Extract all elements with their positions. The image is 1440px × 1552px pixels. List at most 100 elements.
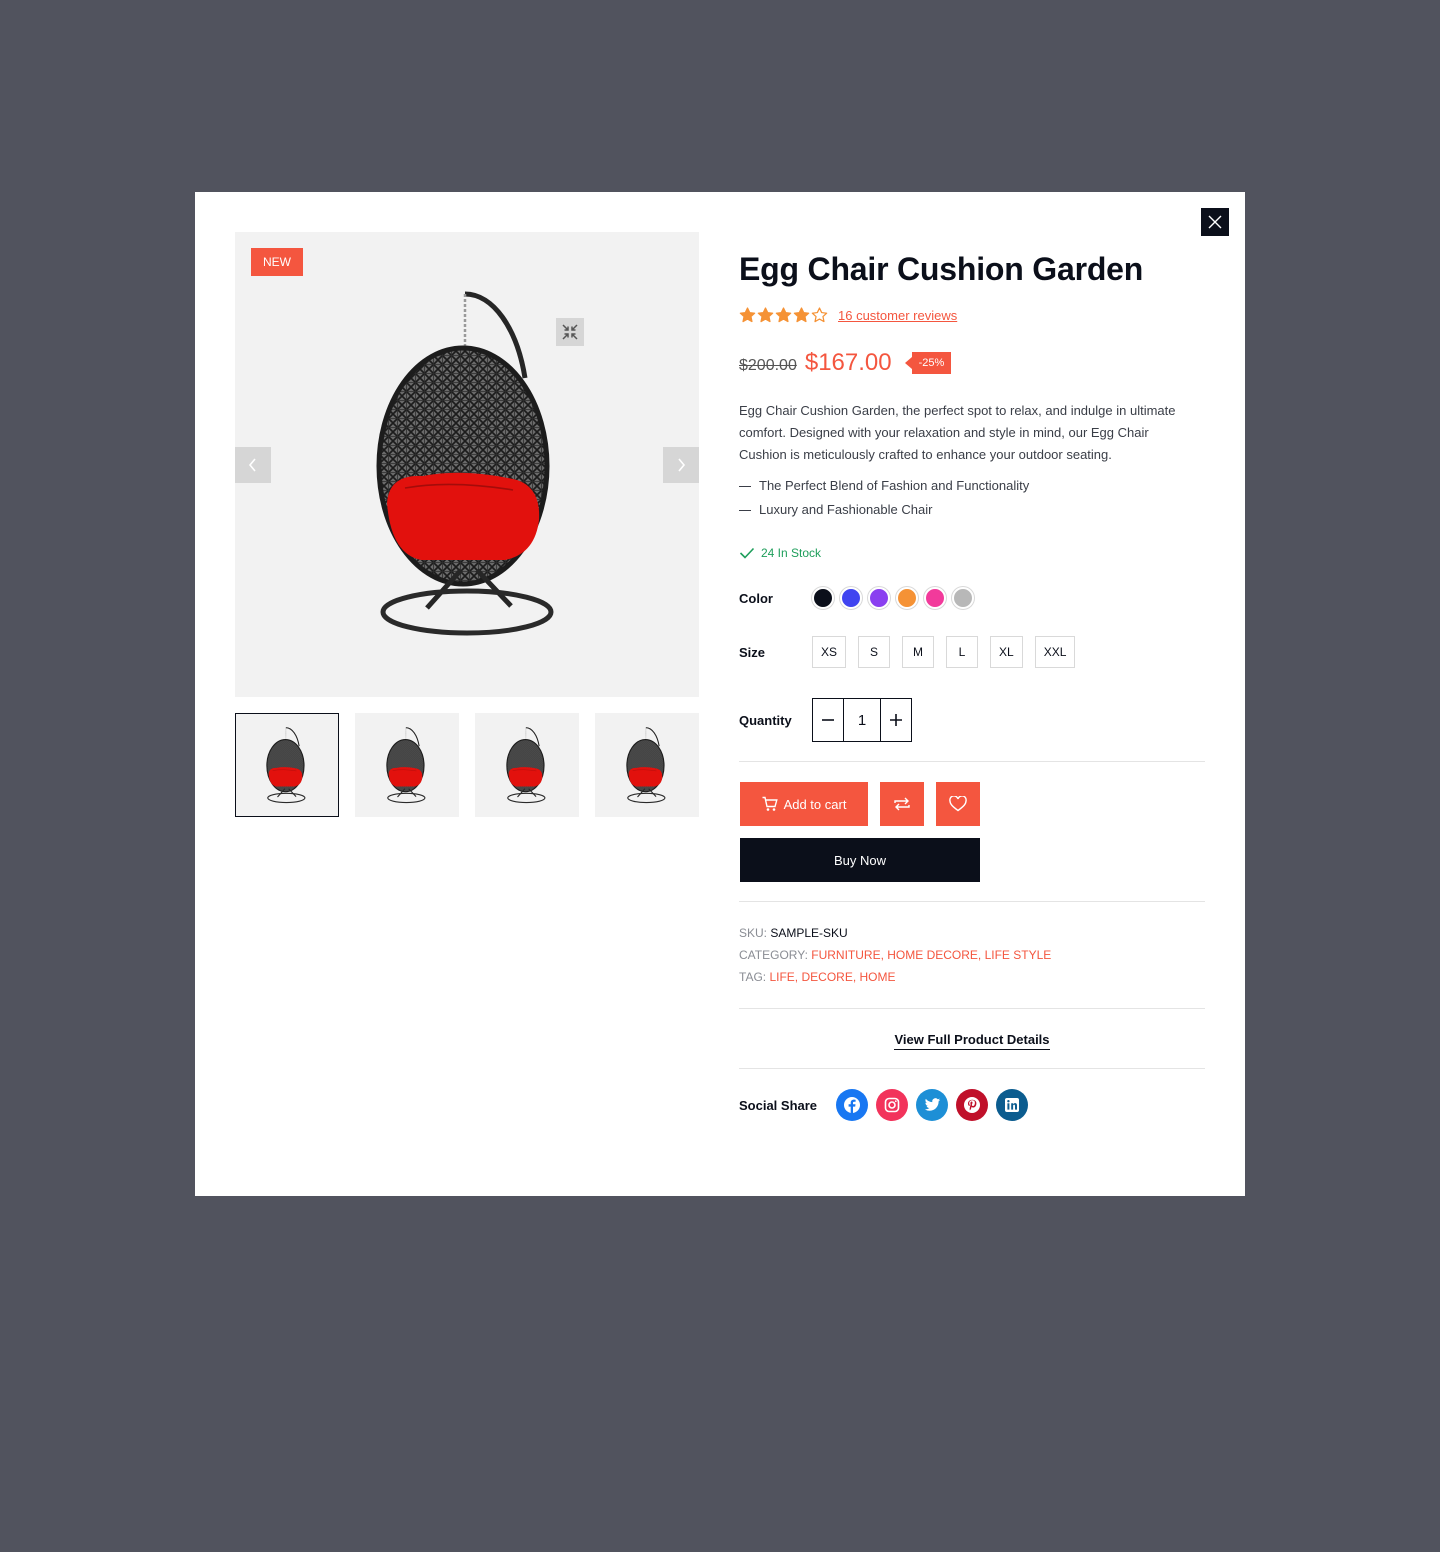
minus-icon bbox=[822, 719, 834, 721]
size-button-s[interactable]: S bbox=[858, 636, 891, 668]
product-description: Egg Chair Cushion Garden, the perfect sp… bbox=[739, 403, 1176, 462]
product-gallery: NEW bbox=[235, 232, 699, 817]
divider bbox=[739, 1068, 1205, 1069]
plus-icon bbox=[890, 714, 902, 726]
quantity-label: Quantity bbox=[739, 712, 792, 728]
color-swatches bbox=[812, 587, 974, 609]
color-swatch-6[interactable] bbox=[952, 587, 974, 609]
expand-icon bbox=[562, 324, 578, 340]
buy-now-button[interactable]: Buy Now bbox=[740, 838, 980, 882]
quantity-input[interactable]: 1 bbox=[843, 699, 881, 741]
heart-icon bbox=[949, 796, 967, 812]
star-filled-icon bbox=[793, 307, 810, 323]
cart-icon bbox=[762, 796, 778, 811]
color-swatch-4[interactable] bbox=[896, 587, 918, 609]
color-swatch-5[interactable] bbox=[924, 587, 946, 609]
sku-value: SAMPLE-SKU bbox=[770, 926, 848, 940]
customer-reviews-link[interactable]: 16 customer reviews bbox=[838, 308, 957, 323]
view-full-details-link[interactable]: View Full Product Details bbox=[894, 1032, 1050, 1050]
facebook-share-button[interactable] bbox=[836, 1089, 868, 1121]
product-title: Egg Chair Cushion Garden bbox=[739, 251, 1144, 287]
twitter-icon bbox=[924, 1098, 940, 1111]
pinterest-share-button[interactable] bbox=[956, 1089, 988, 1121]
divider bbox=[739, 901, 1205, 902]
main-product-image: NEW bbox=[235, 232, 699, 697]
increase-quantity-button[interactable] bbox=[881, 699, 911, 741]
linkedin-share-button[interactable] bbox=[996, 1089, 1028, 1121]
expand-button[interactable] bbox=[556, 318, 584, 346]
divider bbox=[739, 1008, 1205, 1009]
next-image-button[interactable] bbox=[663, 447, 699, 483]
pinterest-icon bbox=[964, 1097, 980, 1113]
product-meta: SKU: SAMPLE-SKU CATEGORY: FURNITURE, HOM… bbox=[739, 922, 1205, 988]
egg-chair-thumbnail bbox=[626, 726, 668, 804]
color-swatch-2[interactable] bbox=[840, 587, 862, 609]
discount-badge: -25% bbox=[904, 352, 952, 374]
divider bbox=[739, 761, 1205, 762]
check-icon bbox=[739, 547, 755, 559]
compare-icon bbox=[894, 797, 910, 811]
chevron-right-icon bbox=[678, 458, 686, 472]
stock-status: 24 In Stock bbox=[739, 546, 1205, 560]
social-icons bbox=[836, 1089, 1028, 1121]
feature-list: The Perfect Blend of Fashion and Functio… bbox=[739, 474, 1205, 522]
feature-item: Luxury and Fashionable Chair bbox=[739, 498, 1205, 522]
egg-chair-thumbnail bbox=[386, 726, 428, 804]
cart-actions: Add to cart bbox=[740, 782, 1205, 826]
old-price: $200.00 bbox=[739, 357, 797, 374]
color-swatch-1[interactable] bbox=[812, 587, 834, 609]
egg-chair-thumbnail bbox=[506, 726, 548, 804]
color-label: Color bbox=[739, 590, 773, 606]
category-links[interactable]: FURNITURE, HOME DECORE, LIFE STYLE bbox=[811, 948, 1051, 962]
stock-text: 24 In Stock bbox=[761, 546, 822, 560]
size-option-row: Size XS S M L XL XXL bbox=[739, 636, 1205, 668]
thumbnail-2[interactable] bbox=[355, 713, 459, 817]
star-rating bbox=[739, 307, 828, 323]
compare-button[interactable] bbox=[880, 782, 924, 826]
chevron-left-icon bbox=[248, 458, 256, 472]
star-filled-icon bbox=[757, 307, 774, 323]
tag-links[interactable]: LIFE, DECORE, HOME bbox=[769, 970, 895, 984]
thumbnail-4[interactable] bbox=[595, 713, 699, 817]
size-button-m[interactable]: M bbox=[902, 636, 935, 668]
star-filled-icon bbox=[739, 307, 756, 323]
twitter-share-button[interactable] bbox=[916, 1089, 948, 1121]
product-details: Egg Chair Cushion Garden 16 customer rev… bbox=[739, 250, 1205, 1121]
color-swatch-3[interactable] bbox=[868, 587, 890, 609]
thumbnail-strip bbox=[235, 713, 699, 817]
social-share-label: Social Share bbox=[739, 1097, 818, 1113]
price-row: $200.00 $167.00 -25% bbox=[739, 348, 1205, 378]
sku-row: SKU: SAMPLE-SKU bbox=[739, 926, 848, 940]
quick-view-modal: NEW Egg Chair Cushion Garden 16 customer… bbox=[195, 192, 1245, 1196]
size-button-xl[interactable]: XL bbox=[990, 636, 1023, 668]
thumbnail-1[interactable] bbox=[235, 713, 339, 817]
size-button-xs[interactable]: XS bbox=[812, 636, 847, 668]
instagram-share-button[interactable] bbox=[876, 1089, 908, 1121]
tag-row: TAG: LIFE, DECORE, HOME bbox=[739, 970, 896, 984]
feature-item: The Perfect Blend of Fashion and Functio… bbox=[739, 474, 1205, 498]
size-options: XS S M L XL XXL bbox=[812, 636, 1076, 668]
quantity-row: Quantity 1 bbox=[739, 698, 1205, 742]
close-button[interactable] bbox=[1201, 208, 1229, 236]
size-label: Size bbox=[739, 644, 766, 660]
size-button-xxl[interactable]: XXL bbox=[1034, 636, 1076, 668]
size-button-l[interactable]: L bbox=[946, 636, 979, 668]
rating-row: 16 customer reviews bbox=[739, 306, 1205, 324]
close-icon bbox=[1208, 215, 1222, 229]
egg-chair-thumbnail bbox=[266, 726, 308, 804]
color-option-row: Color bbox=[739, 586, 1205, 610]
new-badge: NEW bbox=[251, 248, 303, 276]
instagram-icon bbox=[884, 1097, 900, 1113]
egg-chair-image bbox=[375, 288, 565, 638]
wishlist-button[interactable] bbox=[936, 782, 980, 826]
facebook-icon bbox=[844, 1097, 860, 1113]
social-share: Social Share bbox=[739, 1089, 1205, 1121]
thumbnail-3[interactable] bbox=[475, 713, 579, 817]
linkedin-icon bbox=[1005, 1098, 1019, 1112]
category-row: CATEGORY: FURNITURE, HOME DECORE, LIFE S… bbox=[739, 948, 1052, 962]
decrease-quantity-button[interactable] bbox=[813, 699, 843, 741]
quantity-stepper: 1 bbox=[812, 698, 912, 742]
add-to-cart-button[interactable]: Add to cart bbox=[740, 782, 868, 826]
previous-image-button[interactable] bbox=[235, 447, 271, 483]
sale-price: $167.00 bbox=[804, 349, 892, 376]
